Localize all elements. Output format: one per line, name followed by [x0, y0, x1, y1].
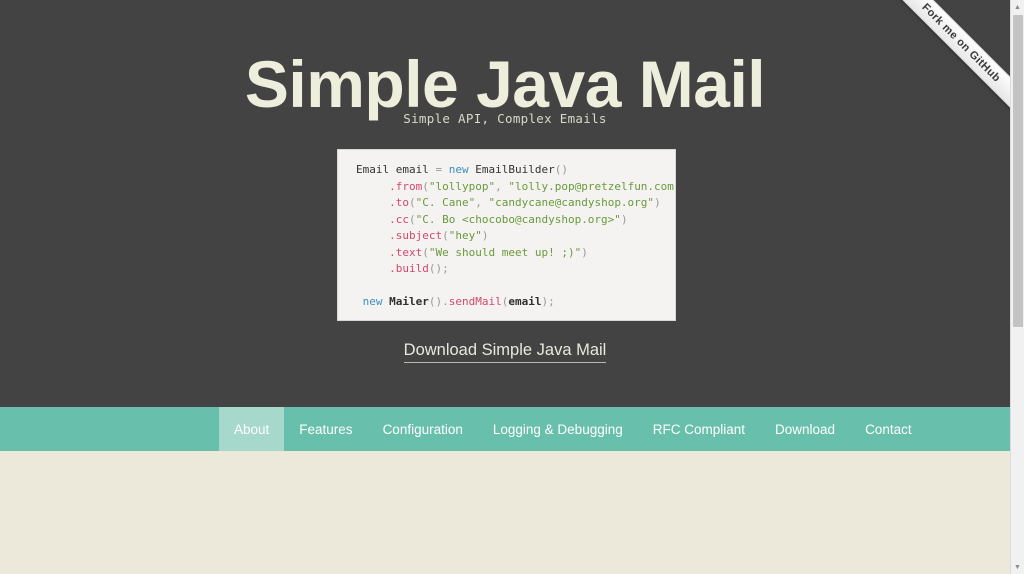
code-method: .text [389, 245, 423, 259]
code-punct: ( [442, 229, 449, 242]
code-punct: ( [409, 196, 416, 209]
download-simple-java-mail-link[interactable]: Download Simple Java Mail [403, 341, 607, 363]
code-method: .from [389, 179, 423, 193]
code-punct: , [475, 196, 489, 209]
nav-item-configuration[interactable]: Configuration [368, 407, 478, 451]
page-subtitle: Simple API, Complex Emails [403, 111, 607, 127]
nav-item-features[interactable]: Features [284, 407, 367, 451]
code-string: "hey" [448, 229, 482, 242]
code-string: "lolly.pop@pretzelfun.com" [508, 179, 676, 193]
code-identifier: email [508, 295, 542, 308]
code-punct: , [495, 179, 509, 193]
code-class: Mailer [389, 295, 429, 308]
code-punct: ( [409, 212, 416, 226]
code-punct: ) [620, 212, 628, 226]
hero-code-sample: Email email = new EmailBuilder() .from("… [337, 149, 676, 321]
nav-item-contact[interactable]: Contact [850, 407, 927, 451]
scrollbar-down-arrow-icon[interactable]: ▼ [1011, 560, 1024, 574]
code-method: .build [389, 262, 429, 275]
nav-item-logging-debugging[interactable]: Logging & Debugging [478, 407, 638, 451]
code-text: Email email [356, 163, 436, 176]
code-method: sendMail [448, 295, 502, 308]
nav-item-download[interactable]: Download [760, 407, 850, 451]
code-keyword: new [442, 163, 476, 176]
code-method: .cc [389, 212, 409, 226]
content-section: Simple Java Mail: Simple API, Complex Em… [0, 451, 1010, 574]
code-method: .to [389, 196, 409, 209]
code-method: .subject [389, 229, 443, 242]
nav-item-about[interactable]: About [219, 407, 285, 451]
code-punct: ) [581, 245, 588, 259]
download-link-wrap: Download Simple Java Mail [0, 341, 1010, 363]
code-punct: ( [422, 245, 429, 259]
code-string: "C. Cane" [415, 196, 476, 209]
main-navigation: About Features Configuration Logging & D… [0, 407, 1010, 451]
code-string: "C. Bo <chocobo@candyshop.org>" [415, 212, 621, 226]
code-keyword: new [362, 295, 390, 308]
page-title: Simple Java Mail [244, 47, 766, 121]
code-punct: ) [654, 196, 661, 209]
code-punct: (). [428, 295, 449, 308]
code-punct: (); [428, 262, 449, 275]
browser-page: Fork me on GitHub Simple Java Mail Simpl… [0, 0, 1024, 574]
nav-item-rfc-compliant[interactable]: RFC Compliant [638, 407, 760, 451]
code-string: "candycane@candyshop.org" [488, 196, 655, 209]
code-string: "lollypop" [428, 179, 496, 193]
code-punct: ( [422, 179, 429, 193]
hero-section: Fork me on GitHub Simple Java Mail Simpl… [0, 0, 1010, 407]
code-punct: ) [481, 229, 489, 242]
code-punct: () [554, 163, 568, 176]
scrollbar-thumb[interactable] [1013, 15, 1023, 327]
code-string: "We should meet up! ;)" [428, 245, 582, 259]
code-class: EmailBuilder [475, 163, 555, 176]
code-punct: ); [541, 295, 555, 308]
page-scrollbar[interactable]: ▲ ▼ [1010, 0, 1024, 574]
page-viewport: Fork me on GitHub Simple Java Mail Simpl… [0, 0, 1010, 574]
scrollbar-up-arrow-icon[interactable]: ▲ [1011, 0, 1024, 14]
